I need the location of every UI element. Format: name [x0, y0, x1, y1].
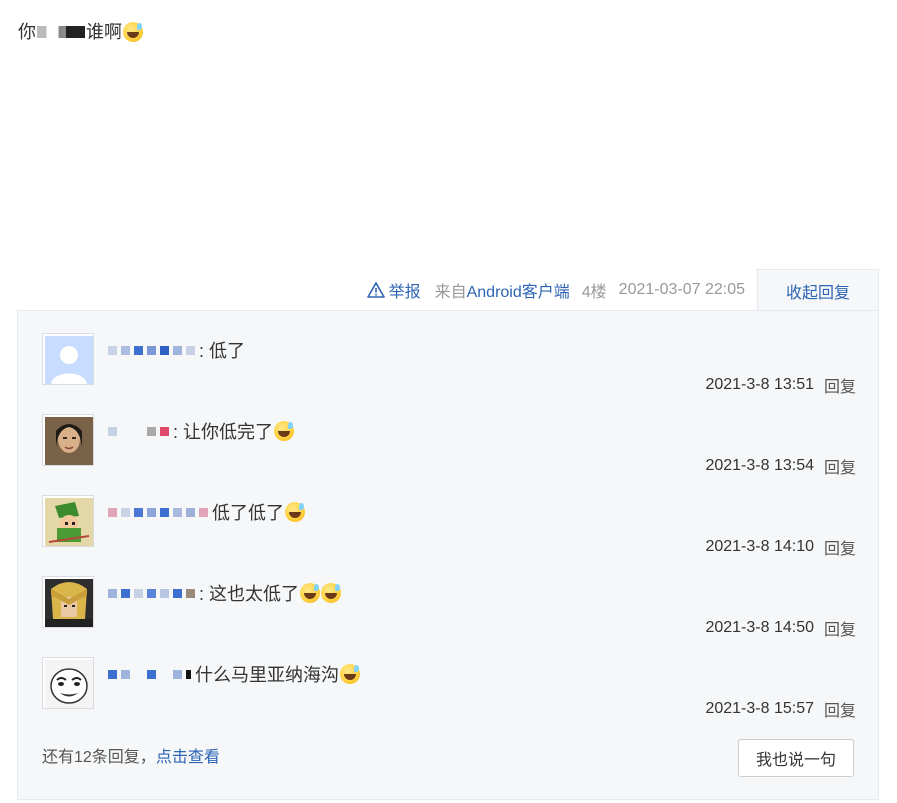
- reply-button[interactable]: 回复: [824, 454, 856, 478]
- redacted-username[interactable]: [108, 341, 199, 359]
- more-replies: 还有12条回复，点击查看: [42, 743, 220, 767]
- reply-button[interactable]: 回复: [824, 697, 856, 721]
- list-item: 什么马里亚纳海沟 2021-3-8 15:57 回复: [42, 657, 856, 727]
- reply-text: : 让你低完了: [173, 422, 274, 442]
- reply-content: : 这也太低了: [108, 580, 342, 606]
- avatar[interactable]: [42, 576, 94, 628]
- reply-footer: 2021-3-8 15:57 回复: [705, 697, 856, 721]
- reply-time: 2021-3-8 14:10: [705, 538, 814, 555]
- report-label: 举报: [388, 284, 421, 301]
- view-more-link[interactable]: 点击查看: [156, 749, 220, 766]
- reply-content: 低了低了: [108, 499, 305, 525]
- reply-footer: 2021-3-8 13:51 回复: [705, 373, 856, 397]
- anime-avatar-icon: [45, 579, 93, 627]
- reply-button[interactable]: 回复: [824, 616, 856, 640]
- link-avatar-icon: [45, 498, 93, 546]
- client-link[interactable]: Android客户端: [467, 284, 570, 301]
- reply-button[interactable]: 回复: [824, 373, 856, 397]
- post-content: 你 谁啊: [18, 20, 143, 44]
- grinning-sweat-emoji-icon: [274, 421, 295, 441]
- post-meta-bar: 举报 来自Android客户端 4楼 2021-03-07 22:05 收起回复: [366, 269, 879, 311]
- grinning-sweat-emoji-icon: [285, 502, 305, 522]
- reply-time: 2021-3-8 13:54: [705, 457, 814, 474]
- list-item: : 让你低完了 2021-3-8 13:54 回复: [42, 414, 856, 484]
- warning-icon: [366, 282, 385, 298]
- avatar[interactable]: [42, 414, 94, 466]
- more-replies-text: 还有12条回复，: [42, 749, 156, 766]
- source-prefix: 来自: [434, 284, 467, 301]
- reply-footer: 2021-3-8 14:10 回复: [705, 535, 856, 559]
- reply-text: : 低了: [199, 341, 246, 361]
- reply-text: 低了低了: [212, 503, 284, 523]
- reply-text: 什么马里亚纳海沟: [195, 665, 339, 685]
- redacted-username[interactable]: [108, 584, 199, 602]
- reply-footer: 2021-3-8 13:54 回复: [705, 454, 856, 478]
- meme-face-avatar-icon: [45, 660, 93, 708]
- redacted-username[interactable]: [108, 422, 173, 440]
- avatar[interactable]: [42, 495, 94, 547]
- redacted-text: [37, 26, 85, 38]
- avatar[interactable]: [42, 333, 94, 385]
- post-source: 来自Android客户端: [435, 278, 570, 302]
- redacted-username[interactable]: [108, 665, 195, 683]
- grinning-sweat-emoji-icon: [300, 583, 321, 603]
- reply-content: : 让你低完了: [108, 418, 295, 444]
- collapse-replies-button[interactable]: 收起回复: [757, 269, 879, 311]
- floor-number: 4楼: [581, 284, 607, 301]
- grinning-sweat-emoji-icon: [340, 664, 360, 684]
- redacted-username[interactable]: [108, 503, 212, 521]
- man-avatar-icon: [45, 417, 93, 465]
- list-item: : 这也太低了 2021-3-8 14:50 回复: [42, 576, 856, 646]
- reply-list: : 低了 2021-3-8 13:51 回复: 让你低完了 2021-3-8 …: [17, 310, 879, 800]
- reply-time: 2021-3-8 14:50: [705, 619, 814, 636]
- avatar[interactable]: [42, 657, 94, 709]
- list-item: 低了低了 2021-3-8 14:10 回复: [42, 495, 856, 565]
- reply-button[interactable]: 回复: [824, 535, 856, 559]
- list-item: : 低了 2021-3-8 13:51 回复: [42, 333, 856, 403]
- reply-content: 什么马里亚纳海沟: [108, 661, 360, 687]
- grinning-sweat-emoji-icon: [123, 22, 143, 42]
- post-time: 2021-03-07 22:05: [618, 281, 745, 298]
- grinning-sweat-emoji-icon: [321, 583, 342, 603]
- reply-footer: 2021-3-8 14:50 回复: [705, 616, 856, 640]
- reply-compose-button[interactable]: 我也说一句: [738, 739, 854, 777]
- post-text-end: 谁啊: [86, 22, 122, 42]
- reply-text: : 这也太低了: [199, 584, 300, 604]
- report-link[interactable]: 举报: [366, 278, 421, 302]
- reply-content: : 低了: [108, 337, 245, 363]
- reply-time: 2021-3-8 13:51: [705, 376, 814, 393]
- post-text-start: 你: [18, 22, 36, 42]
- reply-time: 2021-3-8 15:57: [705, 700, 814, 717]
- default-avatar-icon: [45, 336, 93, 384]
